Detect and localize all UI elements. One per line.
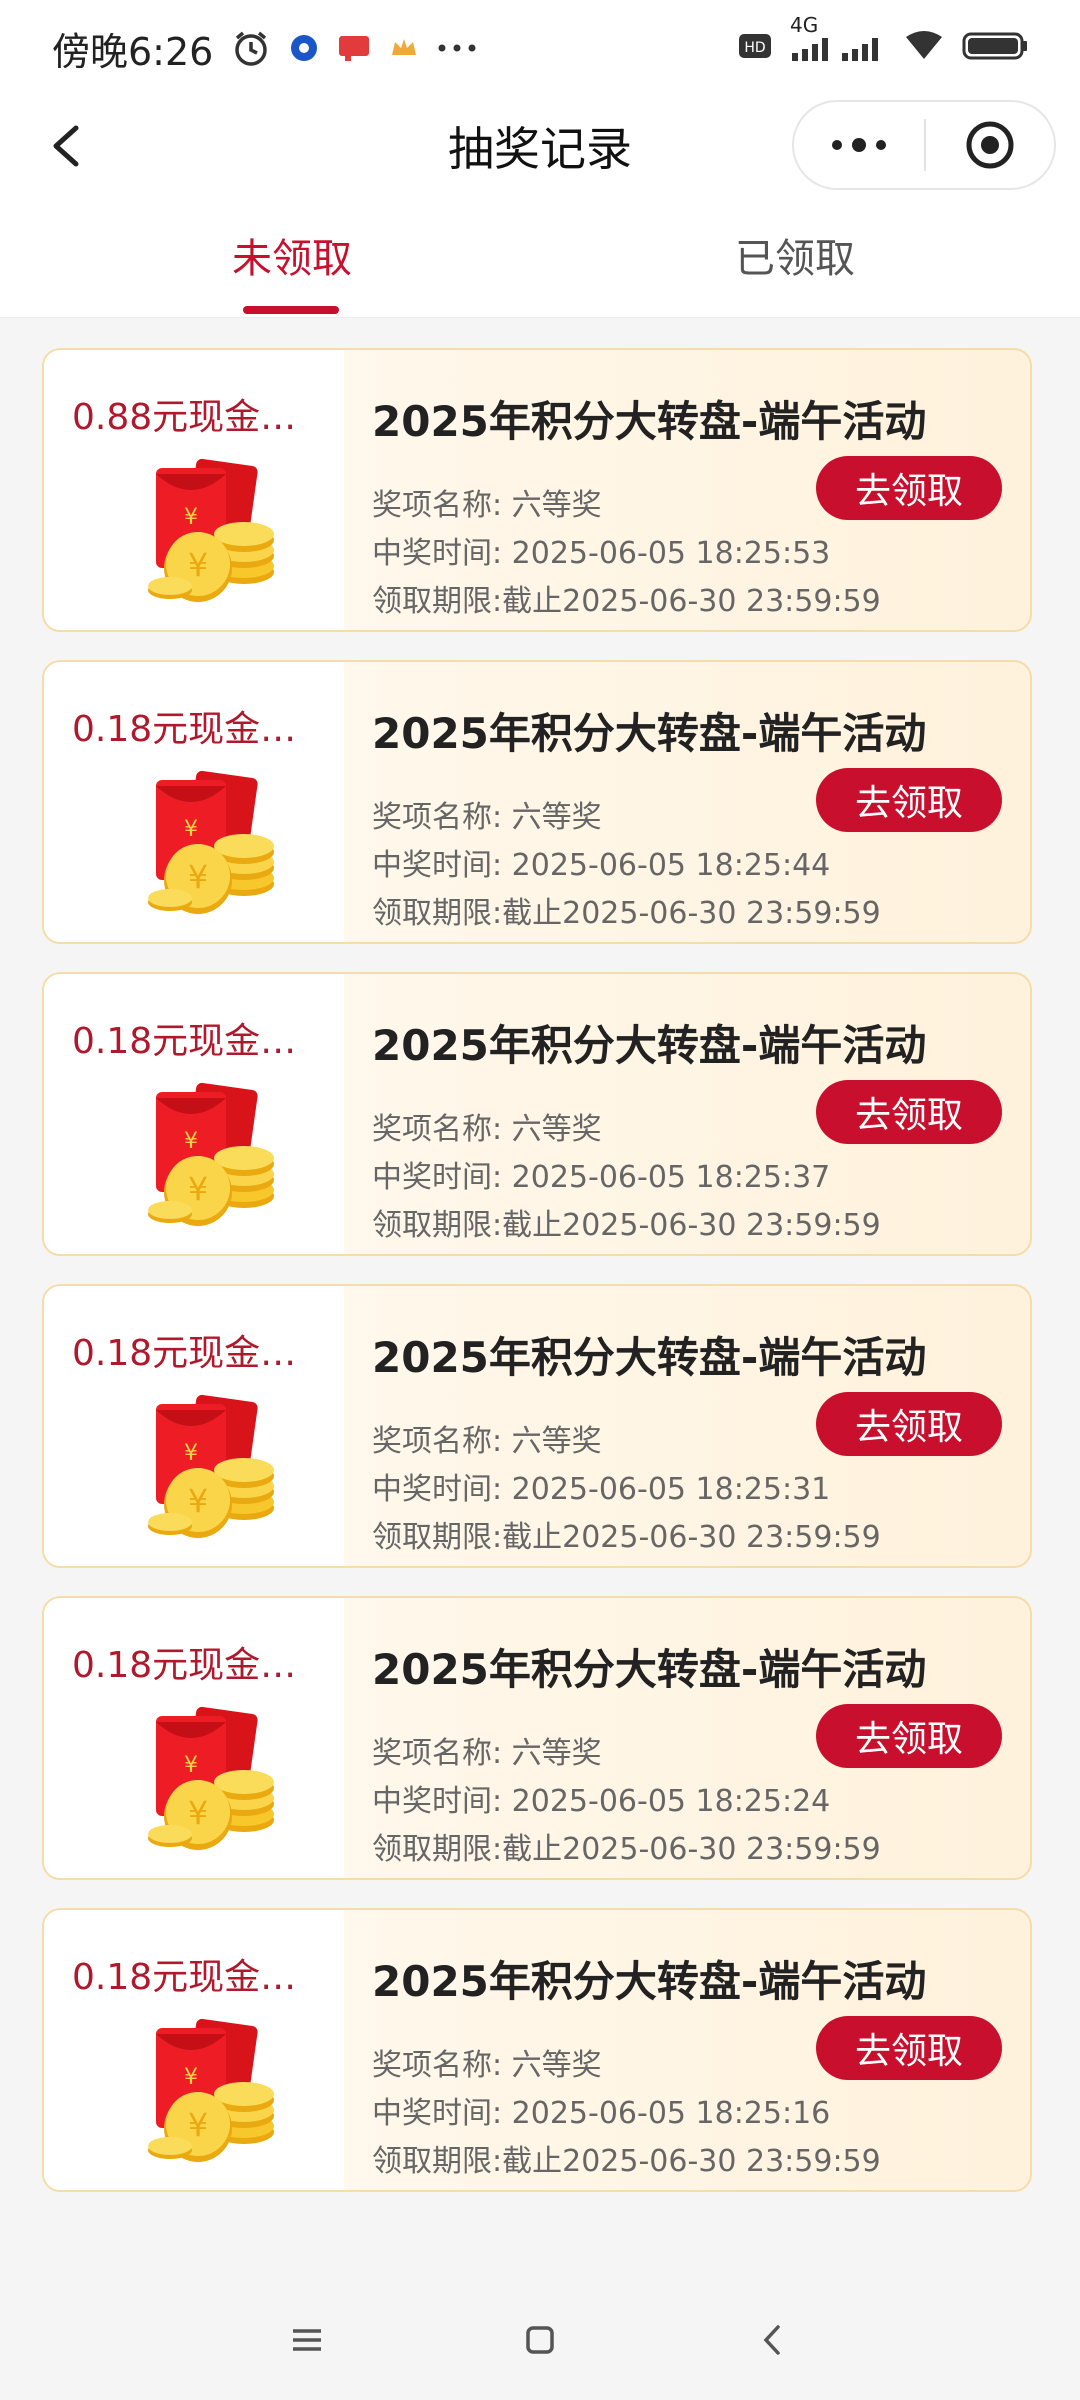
prize-name: 奖项名称: 六等奖 xyxy=(372,1736,602,1771)
menu-icon[interactable] xyxy=(287,2320,327,2360)
svg-text:¥: ¥ xyxy=(184,1129,198,1154)
claim-button[interactable]: 去领取 xyxy=(816,2016,1002,2080)
activity-title: 2025年积分大转盘-端午活动 xyxy=(372,709,927,758)
record-card: 0.18元现金… ¥ ¥ 2025年积分大转盘-端午活动 奖项名称: 六等奖 中奖… xyxy=(42,660,1032,944)
prize-name: 奖项名称: 六等奖 xyxy=(372,1112,602,1147)
claim-button[interactable]: 去领取 xyxy=(816,456,1002,520)
signal-icon: 4G xyxy=(790,13,886,63)
record-card: 0.18元现金… ¥ ¥ 2025年积分大转盘-端午活动 奖项名称: 六等奖 中奖… xyxy=(42,1284,1032,1568)
red-envelope-coins-icon: ¥ ¥ xyxy=(132,1074,292,1234)
red-envelope-coins-icon: ¥ ¥ xyxy=(132,2010,292,2170)
red-envelope-coins-icon: ¥ ¥ xyxy=(132,1386,292,1546)
claim-button[interactable]: 去领取 xyxy=(816,1080,1002,1144)
tab-unclaimed[interactable]: 未领取 xyxy=(232,226,352,284)
svg-text:¥: ¥ xyxy=(188,1482,208,1520)
prize-thumb-area: 0.18元现金… ¥ ¥ xyxy=(44,1598,344,1878)
record-card: 0.18元现金… ¥ ¥ 2025年积分大转盘-端午活动 奖项名称: 六等奖 中奖… xyxy=(42,1596,1032,1880)
svg-text:¥: ¥ xyxy=(184,817,198,842)
home-icon[interactable] xyxy=(520,2320,560,2360)
prize-name: 奖项名称: 六等奖 xyxy=(372,488,602,523)
crown-icon xyxy=(389,33,419,63)
svg-text:¥: ¥ xyxy=(184,1441,198,1466)
close-mini-program-button[interactable] xyxy=(926,102,1054,188)
svg-text:¥: ¥ xyxy=(184,1753,198,1778)
app-red-icon xyxy=(337,33,371,63)
win-time: 中奖时间: 2025-06-05 18:25:24 xyxy=(372,1784,831,1819)
more-menu-button[interactable] xyxy=(794,102,924,188)
activity-title: 2025年积分大转盘-端午活动 xyxy=(372,397,927,446)
prize-thumb-area: 0.18元现金… ¥ ¥ xyxy=(44,1286,344,1566)
prize-amount: 0.88元现金… xyxy=(72,397,297,438)
record-card: 0.18元现金… ¥ ¥ 2025年积分大转盘-端午活动 奖项名称: 六等奖 中奖… xyxy=(42,972,1032,1256)
system-nav-bar xyxy=(0,2280,1080,2400)
tab-bar: 未领取 已领取 xyxy=(0,196,1080,318)
nav-bar: 抽奖记录 xyxy=(0,96,1080,196)
prize-thumb-area: 0.18元现金… ¥ ¥ xyxy=(44,662,344,942)
win-time: 中奖时间: 2025-06-05 18:25:16 xyxy=(372,2096,831,2131)
status-bar: 傍晚6:26 HD 4G xyxy=(0,0,1080,96)
back-nav-icon[interactable] xyxy=(753,2320,793,2360)
wifi-icon xyxy=(904,26,944,70)
win-time: 中奖时间: 2025-06-05 18:25:44 xyxy=(372,848,831,883)
alarm-icon xyxy=(231,28,271,68)
prize-amount: 0.18元现金… xyxy=(72,1957,297,1998)
prize-amount: 0.18元现金… xyxy=(72,1333,297,1374)
page-title: 抽奖记录 xyxy=(448,122,632,176)
active-tab-indicator xyxy=(243,306,339,314)
svg-text:¥: ¥ xyxy=(188,546,208,584)
activity-title: 2025年积分大转盘-端午活动 xyxy=(372,1645,927,1694)
battery-icon xyxy=(962,26,1028,70)
svg-text:HD: HD xyxy=(744,40,765,56)
back-button[interactable] xyxy=(38,116,98,176)
mini-program-capsule xyxy=(792,100,1056,190)
prize-name: 奖项名称: 六等奖 xyxy=(372,1424,602,1459)
claim-deadline: 领取期限:截止2025-06-30 23:59:59 xyxy=(372,1832,881,1867)
svg-text:¥: ¥ xyxy=(188,1794,208,1832)
prize-name: 奖项名称: 六等奖 xyxy=(372,800,602,835)
claim-button[interactable]: 去领取 xyxy=(816,1704,1002,1768)
claim-button[interactable]: 去领取 xyxy=(816,768,1002,832)
tab-claimed[interactable]: 已领取 xyxy=(735,226,855,284)
claim-deadline: 领取期限:截止2025-06-30 23:59:59 xyxy=(372,1208,881,1243)
claim-deadline: 领取期限:截止2025-06-30 23:59:59 xyxy=(372,2144,881,2179)
prize-thumb-area: 0.18元现金… ¥ ¥ xyxy=(44,1910,344,2190)
record-card: 0.18元现金… ¥ ¥ 2025年积分大转盘-端午活动 奖项名称: 六等奖 中奖… xyxy=(42,1908,1032,2192)
win-time: 中奖时间: 2025-06-05 18:25:53 xyxy=(372,536,831,571)
svg-text:¥: ¥ xyxy=(188,1170,208,1208)
red-envelope-coins-icon: ¥ ¥ xyxy=(132,762,292,922)
prize-name: 奖项名称: 六等奖 xyxy=(372,2048,602,2083)
win-time: 中奖时间: 2025-06-05 18:25:31 xyxy=(372,1472,831,1507)
svg-text:¥: ¥ xyxy=(184,2065,198,2090)
svg-text:¥: ¥ xyxy=(184,505,198,530)
red-envelope-coins-icon: ¥ ¥ xyxy=(132,450,292,610)
svg-text:¥: ¥ xyxy=(188,2106,208,2144)
app-blue-icon xyxy=(289,33,319,63)
more-dots-icon xyxy=(437,43,477,53)
claim-deadline: 领取期限:截止2025-06-30 23:59:59 xyxy=(372,896,881,931)
activity-title: 2025年积分大转盘-端午活动 xyxy=(372,1957,927,2006)
activity-title: 2025年积分大转盘-端午活动 xyxy=(372,1333,927,1382)
record-list: 0.88元现金… ¥ ¥ 2025年积分大转盘-端午活动 奖项名称: 六等奖 中奖… xyxy=(42,348,1032,2220)
win-time: 中奖时间: 2025-06-05 18:25:37 xyxy=(372,1160,831,1195)
red-envelope-coins-icon: ¥ ¥ xyxy=(132,1698,292,1858)
prize-amount: 0.18元现金… xyxy=(72,709,297,750)
claim-deadline: 领取期限:截止2025-06-30 23:59:59 xyxy=(372,584,881,619)
prize-thumb-area: 0.18元现金… ¥ ¥ xyxy=(44,974,344,1254)
activity-title: 2025年积分大转盘-端午活动 xyxy=(372,1021,927,1070)
status-time: 傍晚6:26 xyxy=(52,29,214,74)
prize-thumb-area: 0.88元现金… ¥ ¥ xyxy=(44,350,344,630)
prize-amount: 0.18元现金… xyxy=(72,1021,297,1062)
claim-deadline: 领取期限:截止2025-06-30 23:59:59 xyxy=(372,1520,881,1555)
claim-button[interactable]: 去领取 xyxy=(816,1392,1002,1456)
hd-icon: HD xyxy=(738,26,772,70)
record-card: 0.88元现金… ¥ ¥ 2025年积分大转盘-端午活动 奖项名称: 六等奖 中奖… xyxy=(42,348,1032,632)
prize-amount: 0.18元现金… xyxy=(72,1645,297,1686)
svg-text:¥: ¥ xyxy=(188,858,208,896)
network-type: 4G xyxy=(790,13,819,37)
